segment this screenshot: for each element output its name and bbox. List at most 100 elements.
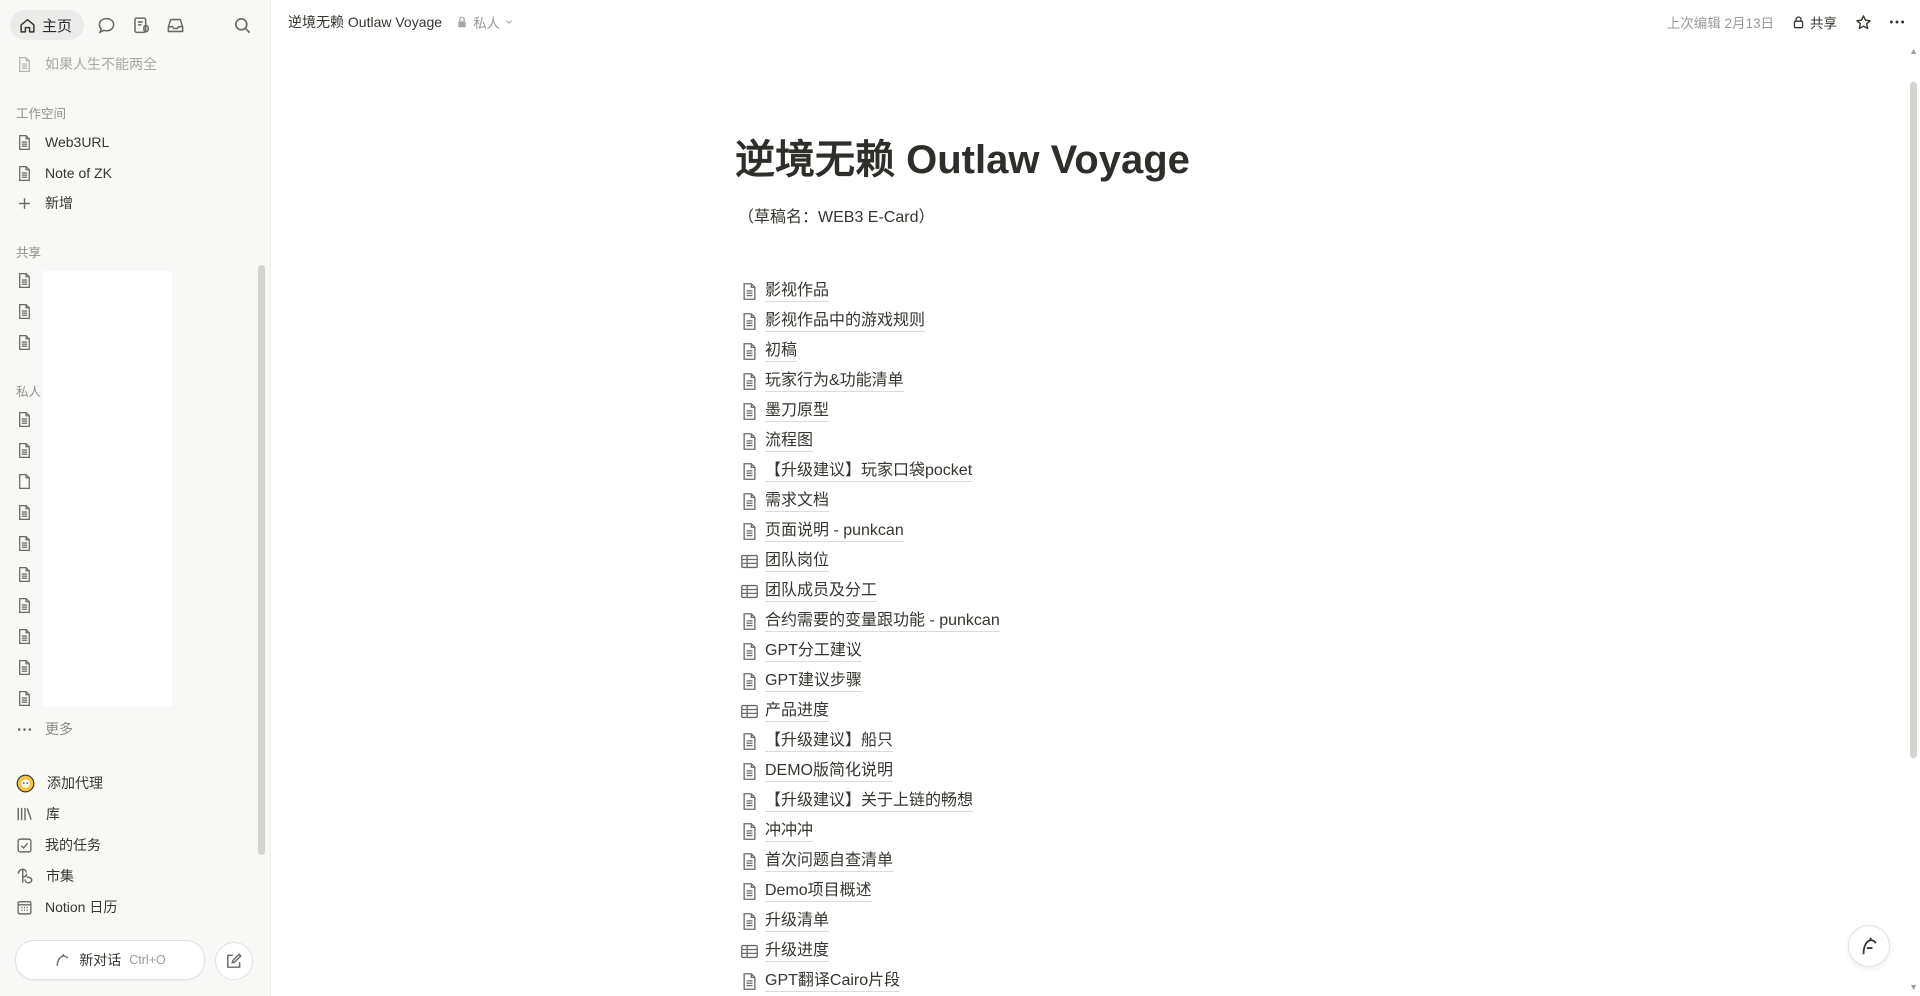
sidebar-marketplace[interactable]: 市集	[16, 862, 74, 890]
subpage-title: Demo项目概述	[765, 881, 872, 902]
sidebar-item-shared-page[interactable]	[16, 328, 33, 356]
breadcrumb-page-title[interactable]: 逆境无赖 Outlaw Voyage	[288, 12, 442, 32]
subpage-title: 影视作品	[765, 281, 830, 302]
subpage-title: 升级进度	[765, 941, 830, 962]
page-icon	[743, 492, 756, 510]
subpage-link[interactable]: 初稿	[740, 336, 1000, 366]
sidebar-item-private-page[interactable]	[16, 529, 33, 557]
sidebar-item-faded-page[interactable]: 如果人生不能两全	[16, 50, 157, 78]
page-icon	[743, 432, 756, 450]
subpage-link[interactable]: 玩家行为&功能清单	[740, 366, 1000, 396]
sidebar-item-private-page[interactable]	[16, 560, 33, 588]
subpage-title: 团队岗位	[765, 551, 830, 572]
privacy-dropdown[interactable]: 私人	[456, 12, 514, 32]
sidebar-item-private-page[interactable]	[16, 436, 33, 464]
sidebar-item-note-of-zk[interactable]: Note of ZK	[16, 159, 112, 187]
topbar-actions: 上次编辑 2月13日 共享	[1667, 12, 1906, 32]
subpage-link[interactable]: 产品进度	[740, 696, 1000, 726]
search-icon[interactable]	[233, 16, 252, 35]
page-title[interactable]: 逆境无赖 Outlaw Voyage	[735, 127, 1190, 185]
subpage-link[interactable]: 首次问题自查清单	[740, 846, 1000, 876]
notion-ai-button[interactable]	[1848, 925, 1890, 967]
subpage-link[interactable]: 影视作品中的游戏规则	[740, 306, 1000, 336]
subpage-link[interactable]: 团队岗位	[740, 546, 1000, 576]
subpage-link[interactable]: DEMO版简化说明	[740, 756, 1000, 786]
sidebar-add-agent[interactable]: 添加代理	[16, 769, 103, 797]
sidebar-item-private-page[interactable]	[16, 467, 33, 495]
checkbox-icon	[17, 837, 32, 853]
sidebar-item-web3url[interactable]: Web3URL	[16, 128, 109, 156]
share-label: 共享	[1810, 16, 1837, 31]
subpage-link[interactable]: Demo项目概述	[740, 876, 1000, 906]
page-icon	[19, 597, 30, 613]
subpage-title: GPT分工建议	[765, 641, 862, 662]
page-icon	[743, 882, 756, 900]
more-horizontal-icon[interactable]	[1888, 13, 1906, 31]
page-icon	[743, 972, 756, 990]
main-scrollbar[interactable]	[1910, 82, 1917, 758]
sidebar-item-shared-page[interactable]	[16, 266, 33, 294]
page-icon	[19, 566, 30, 582]
sidebar-notion-calendar[interactable]: Notion 日历	[16, 893, 117, 921]
scroll-down-arrow[interactable]: ▼	[1909, 982, 1918, 992]
subpage-link[interactable]: GPT分工建议	[740, 636, 1000, 666]
scroll-up-arrow[interactable]: ▲	[1909, 46, 1918, 56]
chat-bubble-icon[interactable]	[97, 16, 116, 35]
sidebar-item-private-page[interactable]	[16, 622, 33, 650]
marketplace-icon	[17, 868, 33, 884]
new-chat-button[interactable]: 新对话 Ctrl+O	[15, 940, 205, 980]
subpage-title: 页面说明 - punkcan	[765, 521, 904, 542]
subpage-title: 首次问题自查清单	[765, 851, 894, 872]
subpage-link[interactable]: GPT建议步骤	[740, 666, 1000, 696]
workspace-section-title: 工作空间	[16, 107, 67, 121]
page-icon	[19, 165, 30, 181]
agent-icon	[16, 774, 35, 792]
sidebar-item-private-page[interactable]	[16, 405, 33, 433]
sidebar-item-private-page[interactable]	[16, 591, 33, 619]
subpage-list: 影视作品影视作品中的游戏规则 初稿玩家行为&功能清单墨刀原型 流程图【升级建议】玩家…	[740, 276, 1000, 996]
subpage-link[interactable]: 页面说明 - punkcan	[740, 516, 1000, 546]
subpage-link[interactable]: 墨刀原型	[740, 396, 1000, 426]
subpage-link[interactable]: 冲冲冲	[740, 816, 1000, 846]
table-icon	[741, 554, 758, 568]
subpage-link[interactable]: 团队成员及分工	[740, 576, 1000, 606]
subpage-link[interactable]: 流程图	[740, 426, 1000, 456]
subpage-title: GPT建议步骤	[765, 671, 862, 692]
subpage-link[interactable]: 升级清单	[740, 906, 1000, 936]
subpage-link[interactable]: 需求文档	[740, 486, 1000, 516]
page-icon	[19, 334, 30, 350]
share-button[interactable]: 共享	[1792, 12, 1837, 32]
calendar-icon	[17, 900, 32, 915]
page-icon	[19, 504, 30, 520]
sidebar-item-shared-page[interactable]	[16, 297, 33, 325]
subpage-link[interactable]: 【升级建议】玩家口袋pocket	[740, 456, 1000, 486]
sidebar-library[interactable]: 库	[16, 800, 60, 828]
subpage-link[interactable]: 升级进度	[740, 936, 1000, 966]
sidebar-add-button[interactable]: 新增	[16, 189, 73, 217]
page-icon	[19, 442, 30, 458]
sidebar-item-private-page[interactable]	[16, 653, 33, 681]
subpage-link[interactable]: 【升级建议】关于上链的畅想	[740, 786, 1000, 816]
subpage-link[interactable]: 合约需要的变量跟功能 - punkcan	[740, 606, 1000, 636]
page-icon	[743, 762, 756, 780]
subpage-link[interactable]: 【升级建议】船只	[740, 726, 1000, 756]
subpage-title: 团队成员及分工	[765, 581, 878, 602]
home-button[interactable]: 主页	[10, 10, 84, 40]
subpage-link[interactable]: GPT翻译Cairo片段	[740, 966, 1000, 996]
sidebar-item-private-page[interactable]	[16, 684, 33, 712]
page-icon	[743, 462, 756, 480]
ai-face-icon	[1862, 937, 1877, 955]
meeting-notes-icon[interactable]	[132, 16, 151, 35]
inbox-icon[interactable]	[166, 16, 185, 35]
subpage-title: 【升级建议】玩家口袋pocket	[765, 461, 973, 482]
compose-button[interactable]	[215, 942, 253, 980]
subpage-link[interactable]: 影视作品	[740, 276, 1000, 306]
subpage-title: 玩家行为&功能清单	[765, 371, 904, 392]
page-subtitle[interactable]: （草稿名：WEB3 E-Card）	[738, 203, 934, 227]
star-icon[interactable]	[1855, 14, 1872, 31]
sidebar-scrollbar[interactable]	[258, 265, 265, 855]
sidebar-item-private-page[interactable]	[16, 498, 33, 526]
sidebar-my-tasks[interactable]: 我的任务	[16, 831, 101, 859]
page-icon	[743, 282, 756, 300]
sidebar-more-button[interactable]: 更多	[16, 715, 73, 743]
